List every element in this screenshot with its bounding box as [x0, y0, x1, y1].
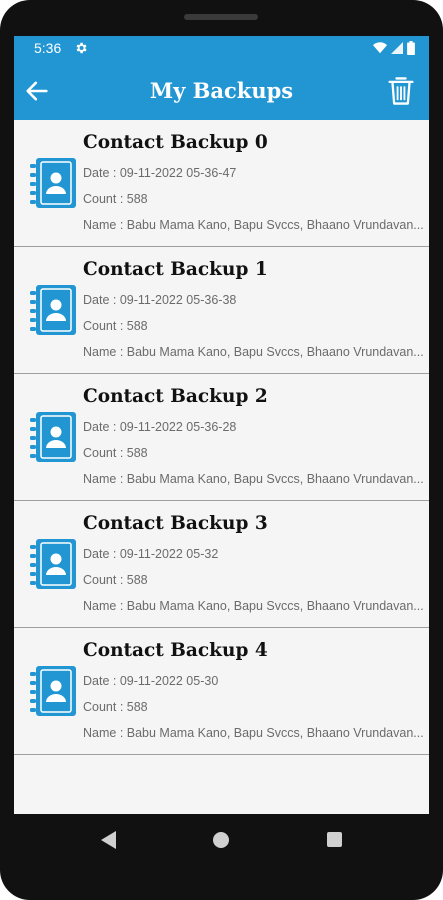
- backup-date: Date : 09-11-2022 05-30: [83, 674, 219, 688]
- backup-list: Contact Backup 0 Date : 09-11-2022 05-36…: [14, 120, 429, 755]
- backup-list-item[interactable]: Contact Backup 3 Date : 09-11-2022 05-32…: [14, 501, 429, 628]
- contact-book-icon: [30, 539, 76, 589]
- signal-icon: [391, 42, 403, 54]
- backup-date: Date : 09-11-2022 05-36-38: [83, 293, 237, 307]
- backup-date: Date : 09-11-2022 05-36-28: [83, 420, 237, 434]
- backup-list-item[interactable]: Contact Backup 4 Date : 09-11-2022 05-30…: [14, 628, 429, 755]
- backup-count: Count : 588: [83, 192, 148, 206]
- app-screen: 5:36 My Backups Contact Backup 0 Date: …: [14, 36, 429, 814]
- battery-icon: [407, 41, 415, 55]
- backup-names: Name : Babu Mama Kano, Bapu Svccs, Bhaan…: [83, 726, 424, 740]
- backup-names: Name : Babu Mama Kano, Bapu Svccs, Bhaan…: [83, 472, 424, 486]
- contact-book-icon: [30, 158, 76, 208]
- backup-list-item[interactable]: Contact Backup 1 Date : 09-11-2022 05-36…: [14, 247, 429, 374]
- backup-title: Contact Backup 0: [83, 132, 268, 153]
- backup-list-item[interactable]: Contact Backup 0 Date : 09-11-2022 05-36…: [14, 120, 429, 247]
- gear-icon: [76, 42, 87, 54]
- backup-title: Contact Backup 2: [83, 386, 268, 407]
- system-nav-bar: [0, 814, 443, 866]
- status-time: 5:36: [34, 40, 62, 56]
- backup-title: Contact Backup 4: [83, 640, 268, 661]
- backup-title: Contact Backup 1: [83, 259, 268, 280]
- nav-back-icon[interactable]: [101, 831, 117, 849]
- backup-count: Count : 588: [83, 700, 148, 714]
- contact-book-icon: [30, 285, 76, 335]
- speaker-grille: [184, 14, 258, 20]
- backup-count: Count : 588: [83, 446, 148, 460]
- status-bar: 5:36: [14, 36, 429, 61]
- contact-book-icon: [30, 412, 76, 462]
- backup-title: Contact Backup 3: [83, 513, 268, 534]
- nav-recents-icon[interactable]: [327, 832, 342, 847]
- app-bar: My Backups: [14, 61, 429, 120]
- backup-date: Date : 09-11-2022 05-32: [83, 547, 219, 561]
- contact-book-icon: [30, 666, 76, 716]
- nav-home-icon[interactable]: [213, 832, 229, 848]
- wifi-icon: [373, 42, 387, 54]
- status-icons: [373, 41, 415, 55]
- backup-names: Name : Babu Mama Kano, Bapu Svccs, Bhaan…: [83, 345, 424, 359]
- backup-date: Date : 09-11-2022 05-36-47: [83, 166, 237, 180]
- page-title: My Backups: [149, 78, 294, 103]
- backup-list-item[interactable]: Contact Backup 2 Date : 09-11-2022 05-36…: [14, 374, 429, 501]
- backup-names: Name : Babu Mama Kano, Bapu Svccs, Bhaan…: [83, 599, 424, 613]
- backup-names: Name : Babu Mama Kano, Bapu Svccs, Bhaan…: [83, 218, 424, 232]
- backup-count: Count : 588: [83, 319, 148, 333]
- phone-frame: 5:36 My Backups Contact Backup 0 Date: …: [0, 0, 443, 900]
- backup-count: Count : 588: [83, 573, 148, 587]
- trash-icon[interactable]: [387, 75, 415, 107]
